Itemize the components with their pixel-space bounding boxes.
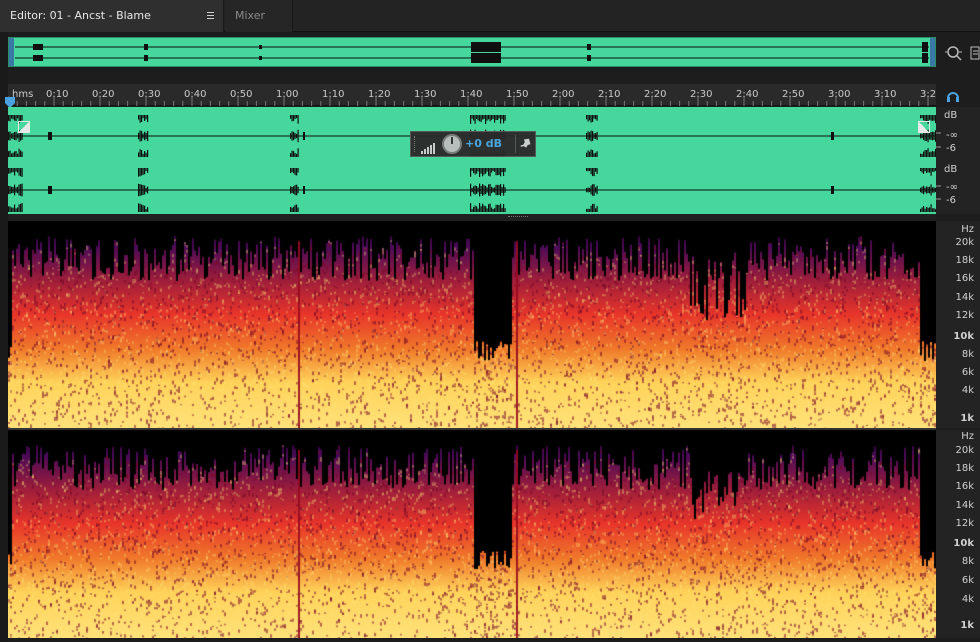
fade-out-handle[interactable]	[918, 121, 930, 133]
time-tick: 0:10	[46, 89, 69, 100]
amplitude-ruler[interactable]: dB -∞ -6 dB -∞ -6	[936, 107, 980, 214]
headphone-icon[interactable]	[946, 88, 960, 102]
panel-tab-bar: Editor: 01 - Ancst - Blame Chord.mp3 Mix…	[0, 0, 980, 54]
overview-handle-right[interactable]	[930, 38, 935, 66]
freq-label: 1k	[960, 413, 974, 424]
zoom-icon[interactable]	[943, 42, 965, 64]
tab-editor[interactable]: Editor: 01 - Ancst - Blame Chord.mp3	[0, 0, 224, 54]
freq-unit: Hz	[961, 431, 974, 442]
spectral-display-right[interactable]	[8, 430, 936, 638]
amp-unit-bottom: dB	[944, 164, 958, 175]
time-tick: 2:10	[598, 89, 621, 100]
time-tick: 0:50	[230, 89, 253, 100]
freq-unit: Hz	[961, 224, 974, 235]
pin-icon[interactable]	[520, 137, 532, 151]
splitter-grip-icon[interactable]	[508, 216, 528, 218]
time-tick: 1:50	[506, 89, 529, 100]
level-bars-icon	[421, 139, 437, 154]
freq-label: 10k	[953, 331, 974, 342]
fade-in-handle[interactable]	[18, 121, 30, 133]
freq-label: 10k	[953, 538, 974, 549]
left-edge	[0, 32, 8, 642]
time-tick: 2:20	[644, 89, 667, 100]
view-splitter[interactable]	[8, 214, 936, 221]
freq-label: 18k	[955, 255, 974, 266]
playhead-marker[interactable]	[4, 94, 16, 108]
freq-label: 1k	[960, 620, 974, 631]
freq-label: 14k	[955, 500, 974, 511]
amp-ticks	[936, 132, 941, 200]
time-tick: 2:00	[552, 89, 575, 100]
amp-label: -6	[946, 143, 956, 154]
freq-label: 14k	[955, 292, 974, 303]
zoom-options-icon[interactable]	[968, 42, 980, 64]
freq-label: 20k	[955, 445, 974, 456]
overview-handle-left[interactable]	[9, 38, 14, 66]
time-tick: 0:30	[138, 89, 161, 100]
waveform-display[interactable]	[8, 107, 936, 214]
freq-label: 4k	[961, 385, 974, 396]
time-ruler[interactable]: hms 0:10 0:20 0:30 0:40 0:50 1:00 1:10 1…	[8, 84, 936, 106]
time-tick: 1:20	[368, 89, 391, 100]
freq-label: 8k	[961, 349, 974, 360]
freq-label: 20k	[955, 237, 974, 248]
overview-navigator[interactable]	[8, 37, 936, 67]
time-tick: 3:00	[828, 89, 851, 100]
freq-label: 16k	[955, 273, 974, 284]
time-tick: 1:30	[414, 89, 437, 100]
time-tick: 2:40	[736, 89, 759, 100]
freq-label: 6k	[961, 367, 974, 378]
freq-label: 18k	[955, 463, 974, 474]
time-tick: 1:10	[322, 89, 345, 100]
spectral-display-left[interactable]	[8, 221, 936, 428]
tab-mixer-label: Mixer	[235, 9, 266, 22]
frequency-ruler-right[interactable]: Hz 20k 18k 16k 14k 12k 10k 8k 6k 4k 1k	[936, 430, 980, 638]
time-tick: 3:2	[920, 89, 937, 100]
hud-grip[interactable]	[414, 136, 416, 152]
spectrogram-left	[8, 221, 936, 428]
volume-hud[interactable]: +0 dB	[410, 131, 536, 157]
freq-label: 12k	[955, 518, 974, 529]
freq-label: 16k	[955, 481, 974, 492]
time-tick: 0:40	[184, 89, 207, 100]
volume-value[interactable]: +0 dB	[465, 137, 502, 150]
hud-divider	[515, 135, 516, 153]
time-tick: 2:30	[690, 89, 713, 100]
time-tick: 3:10	[874, 89, 897, 100]
time-tick: 2:50	[782, 89, 805, 100]
amp-label: -∞	[946, 130, 958, 141]
time-tick: 1:00	[276, 89, 299, 100]
volume-knob[interactable]	[442, 134, 462, 154]
waveform-channels	[8, 115, 936, 212]
freq-label: 4k	[961, 594, 974, 605]
freq-label: 8k	[961, 556, 974, 567]
amp-unit-top: dB	[944, 110, 958, 121]
freq-label: 12k	[955, 310, 974, 321]
spectrogram-right	[8, 430, 936, 638]
tab-mixer[interactable]: Mixer	[225, 0, 293, 32]
amp-label: -∞	[946, 182, 958, 193]
frequency-ruler-left[interactable]: Hz 20k 18k 16k 14k 12k 10k 8k 6k 4k 1k	[936, 221, 980, 428]
tab-menu-icon[interactable]	[204, 9, 218, 23]
overview-waveform	[15, 42, 929, 63]
freq-label: 6k	[961, 575, 974, 586]
time-tick: 0:20	[92, 89, 115, 100]
amp-label: -6	[946, 195, 956, 206]
time-tick: 1:40	[460, 89, 483, 100]
